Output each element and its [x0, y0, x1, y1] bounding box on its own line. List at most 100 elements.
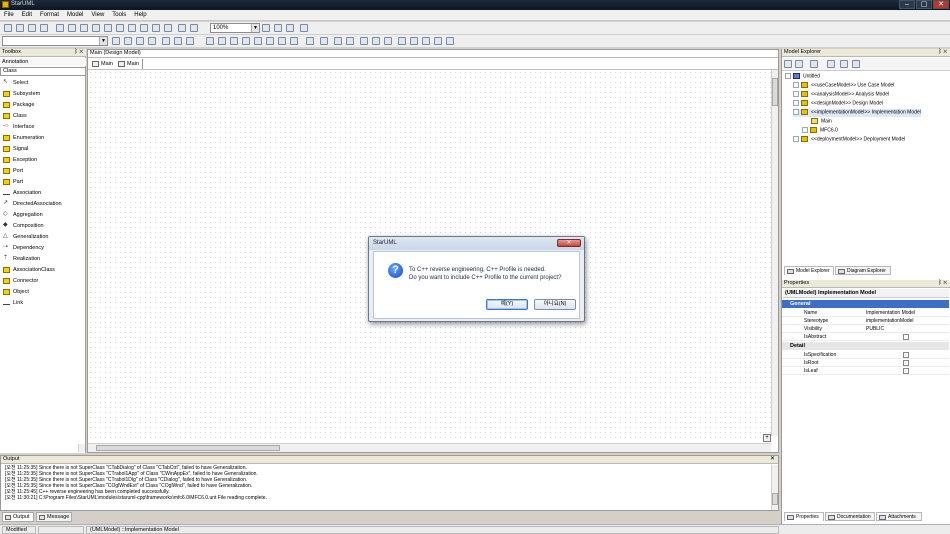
new-icon[interactable] [4, 24, 12, 32]
diagram-icon[interactable] [178, 24, 186, 32]
layout-icon[interactable] [152, 24, 160, 32]
align-bottom-icon[interactable] [230, 37, 238, 45]
expand-icon[interactable] [793, 136, 799, 142]
select-all-icon[interactable] [140, 24, 148, 32]
tool-enumeration[interactable]: Enumeration [3, 133, 83, 143]
expand-icon[interactable] [793, 91, 799, 97]
yes-button[interactable]: 예(Y) [486, 299, 528, 310]
tool-subsystem[interactable]: Subsystem [3, 89, 83, 99]
toolbox-section-annotation[interactable]: Annotation [0, 58, 86, 66]
move-up-icon[interactable] [840, 60, 848, 68]
isroot-checkbox[interactable] [903, 360, 909, 366]
property-row-stereotype[interactable]: Stereotype implementationModel [782, 317, 949, 325]
tree-item-analysis-model[interactable]: <<analysisModel>> Analysis Model [793, 91, 889, 99]
pin-icon[interactable]: ᛒ ✕ [938, 49, 947, 56]
expand-icon[interactable] [793, 82, 799, 88]
tool-select[interactable]: ↖ Select [3, 78, 83, 88]
pin-icon[interactable]: ᛒ ✕ [74, 49, 83, 56]
align-top-icon[interactable] [206, 37, 214, 45]
overflow-icon[interactable] [446, 37, 454, 45]
maximize-button[interactable]: ▢ [916, 0, 932, 9]
output-vscroll[interactable] [771, 465, 778, 510]
menu-help[interactable]: Help [130, 10, 150, 21]
isabstract-checkbox[interactable] [903, 334, 909, 340]
tool-exception[interactable]: Exception [3, 155, 83, 165]
tool-directed-association[interactable]: ↗ DirectedAssociation [3, 199, 83, 209]
cut-icon[interactable] [56, 24, 64, 32]
space-h-icon[interactable] [242, 37, 250, 45]
property-row-isleaf[interactable]: IsLeaf [782, 367, 949, 375]
align-left-icon[interactable] [162, 37, 170, 45]
zoom-out-icon[interactable] [274, 24, 282, 32]
tab-documentation[interactable]: Documentation [825, 512, 875, 521]
tab-output[interactable]: Output [2, 512, 34, 522]
same-height-icon[interactable] [278, 37, 286, 45]
tool-link[interactable]: Link [3, 298, 83, 308]
tree-item-implementation-model[interactable]: <<implementationModel>> Implementation M… [793, 109, 921, 117]
show-ops-icon[interactable] [360, 37, 368, 45]
tree-item-mfc[interactable]: MFC6.0 [802, 127, 838, 135]
copy-icon[interactable] [68, 24, 76, 32]
tree-item-design-model[interactable]: <<designModel>> Design Model [793, 100, 883, 108]
undo-icon[interactable] [104, 24, 112, 32]
output-scroll-thumb[interactable] [772, 493, 778, 505]
property-row-isspecification[interactable]: IsSpecification [782, 351, 949, 359]
tool-generalization[interactable]: △ Generalization [3, 232, 83, 242]
isspecification-checkbox[interactable] [903, 352, 909, 358]
tree-item-use-case-model[interactable]: <<useCaseModel>> Use Case Model [793, 82, 894, 90]
tab-main-1[interactable]: Main [91, 59, 117, 69]
route-icon[interactable] [334, 37, 342, 45]
tool-part[interactable]: Part [3, 177, 83, 187]
menu-view[interactable]: View [87, 10, 108, 21]
tool-object[interactable]: Object [3, 287, 83, 297]
tool-association[interactable]: Association [3, 188, 83, 198]
tool-dependency[interactable]: ⇢ Dependency [3, 243, 83, 253]
tree-item-deployment-model[interactable]: <<deploymentModel>> Deployment Model [793, 136, 905, 144]
tree-item-main-diagram[interactable]: Main [811, 118, 832, 126]
paste-icon[interactable] [80, 24, 88, 32]
tab-model-explorer[interactable]: Model Explorer [784, 266, 834, 275]
property-row-visibility[interactable]: Visibility PUBLIC [782, 325, 949, 333]
tab-message[interactable]: Message [36, 512, 72, 522]
line-color-icon[interactable] [148, 37, 156, 45]
fill-color-icon[interactable] [136, 37, 144, 45]
toolbox-category[interactable]: Class [0, 67, 86, 76]
tool-connector[interactable]: Connector [3, 276, 83, 286]
property-row-name[interactable]: Name Implementation Model [782, 309, 949, 317]
align-center-icon[interactable] [174, 37, 182, 45]
tool-association-class[interactable]: AssociationClass [3, 265, 83, 275]
tool-composition[interactable]: ◆ Composition [3, 221, 83, 231]
expand-icon[interactable] [802, 127, 808, 133]
tool-port[interactable]: Port [3, 166, 83, 176]
align-right-icon[interactable] [186, 37, 194, 45]
model-icon[interactable] [300, 24, 308, 32]
font-color-icon[interactable] [124, 37, 132, 45]
add-element-icon[interactable] [810, 60, 818, 68]
dialog-close-button[interactable]: ✕ [557, 239, 581, 247]
tab-diagram-explorer[interactable]: Diagram Explorer [835, 266, 891, 275]
filter-icon[interactable] [827, 60, 835, 68]
font-combo[interactable]: ▼ [2, 36, 108, 46]
tree-root-untitled[interactable]: Untitled [785, 73, 820, 81]
no-button[interactable]: 아니요(N) [534, 299, 576, 310]
sort-icon[interactable] [784, 60, 792, 68]
property-category-general[interactable]: General [782, 300, 949, 308]
align-middle-icon[interactable] [218, 37, 226, 45]
tab-attachments[interactable]: Attachments [876, 512, 922, 521]
tool-class[interactable]: Class [3, 111, 83, 121]
tab-main-2[interactable]: Main [117, 59, 143, 69]
space-v-icon[interactable] [254, 37, 262, 45]
collapse-icon[interactable] [793, 109, 799, 115]
save-icon[interactable] [28, 24, 36, 32]
close-button[interactable]: ✕ [933, 0, 949, 9]
open-icon[interactable] [16, 24, 24, 32]
tab-properties[interactable]: Properties [784, 512, 824, 521]
menu-file[interactable]: File [0, 10, 18, 21]
show-attrs-icon[interactable] [372, 37, 380, 45]
connect-icon[interactable] [320, 37, 328, 45]
tool-realization[interactable]: ⇡ Realization [3, 254, 83, 264]
property-row-isabstract[interactable]: IsAbstract [782, 333, 949, 341]
property-category-detail[interactable]: Detail [782, 342, 949, 350]
settings-icon[interactable] [190, 24, 198, 32]
show-stereotype-icon[interactable] [384, 37, 392, 45]
